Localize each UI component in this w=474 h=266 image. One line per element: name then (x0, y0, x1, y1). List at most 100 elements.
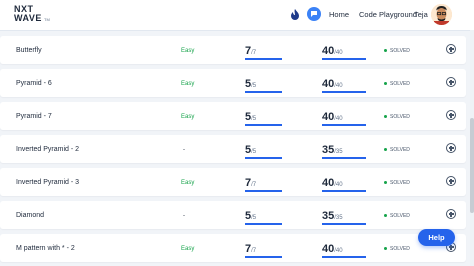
problem-name[interactable]: M pattern with * - 2 (16, 244, 75, 253)
problem-name[interactable]: Inverted Pyramid - 3 (16, 178, 79, 187)
user-avatar[interactable] (431, 4, 452, 25)
problem-name[interactable]: Inverted Pyramid - 2 (16, 145, 79, 154)
score-b-total: /40 (334, 50, 343, 56)
add-circle-icon[interactable] (446, 77, 456, 87)
difficulty-label: - (183, 213, 185, 219)
add-circle-icon[interactable] (446, 143, 456, 153)
problem-name[interactable]: Pyramid - 6 (16, 79, 52, 88)
score-b-progress-bar (322, 91, 366, 93)
score-b-value: 40 (322, 111, 335, 123)
problem-row[interactable]: Inverted Pyramid - 2 - 5/5 35/35 SOLVED (0, 135, 466, 163)
top-navbar: NXT WAVE TM Home Code Playground Teja (0, 0, 474, 31)
score-a-total: /7 (251, 182, 257, 188)
score-a: 7/7 (245, 239, 282, 258)
solved-dot-icon (384, 148, 387, 152)
solved-dot-icon (384, 115, 387, 119)
score-a-total: /7 (251, 50, 257, 56)
score-b: 40/40 (322, 107, 366, 126)
problem-row[interactable]: Diamond - 5/5 35/35 SOLVED (0, 201, 466, 229)
status-text: SOLVED (390, 81, 410, 87)
score-b-total: /35 (334, 215, 343, 221)
score-a-progress-bar (245, 58, 282, 60)
help-button[interactable]: Help (418, 229, 455, 246)
solved-dot-icon (384, 214, 387, 218)
score-b-total: /40 (334, 182, 343, 188)
score-a-total: /7 (251, 248, 257, 254)
score-b-progress-bar (322, 58, 366, 60)
score-a: 7/7 (245, 173, 282, 192)
score-b-value: 35 (322, 210, 335, 222)
logo-line2: WAVE (14, 13, 42, 23)
page-scrollbar[interactable] (470, 30, 474, 266)
problem-row[interactable]: Pyramid - 7 Easy 5/5 40/40 SOLVED (0, 102, 466, 130)
score-a: 5/5 (245, 74, 282, 93)
status-badge: SOLVED (384, 180, 410, 186)
score-a-progress-bar (245, 157, 282, 159)
nav-home-link[interactable]: Home (329, 10, 349, 20)
score-b-progress-bar (322, 190, 366, 192)
score-b-progress-bar (322, 157, 366, 159)
score-a: 5/5 (245, 107, 282, 126)
status-text: SOLVED (390, 246, 410, 252)
problem-row[interactable]: Butterfly Easy 7/7 40/40 SOLVED (0, 36, 466, 64)
score-b-total: /35 (334, 149, 343, 155)
solved-dot-icon (384, 49, 387, 53)
status-badge: SOLVED (384, 246, 410, 252)
streak-flame-icon[interactable] (290, 8, 300, 21)
status-text: SOLVED (390, 114, 410, 120)
score-b: 35/35 (322, 140, 366, 159)
solved-dot-icon (384, 181, 387, 185)
score-a-progress-bar (245, 124, 282, 126)
score-b-value: 35 (322, 144, 335, 156)
difficulty-label: Easy (181, 180, 195, 186)
score-b: 40/40 (322, 239, 366, 258)
problem-row[interactable]: Inverted Pyramid - 3 Easy 7/7 40/40 SOLVED (0, 168, 466, 196)
score-b: 40/40 (322, 41, 366, 60)
score-a: 5/5 (245, 206, 282, 225)
score-b-value: 40 (322, 45, 335, 57)
score-b: 35/35 (322, 206, 366, 225)
nxtwave-logo[interactable]: NXT WAVE TM (14, 3, 50, 25)
score-a-progress-bar (245, 91, 282, 93)
status-badge: SOLVED (384, 81, 410, 87)
score-a-progress-bar (245, 190, 282, 192)
nav-user-name[interactable]: Teja (414, 10, 428, 20)
score-b: 40/40 (322, 74, 366, 93)
score-b-value: 40 (322, 243, 335, 255)
score-a-total: /5 (251, 83, 257, 89)
problem-row[interactable]: Pyramid - 6 Easy 5/5 40/40 SOLVED (0, 69, 466, 97)
score-a-progress-bar (245, 223, 282, 225)
difficulty-label: - (183, 147, 185, 153)
add-circle-icon[interactable] (446, 176, 456, 186)
problem-row[interactable]: M pattern with * - 2 Easy 7/7 40/40 SOLVED (0, 234, 466, 262)
add-circle-icon[interactable] (446, 110, 456, 120)
difficulty-label: Easy (181, 114, 195, 120)
difficulty-label: Easy (181, 81, 195, 87)
score-a-total: /5 (251, 215, 257, 221)
status-text: SOLVED (390, 147, 410, 153)
status-text: SOLVED (390, 213, 410, 219)
score-b-value: 40 (322, 78, 335, 90)
score-b-progress-bar (322, 223, 366, 225)
scrollbar-thumb[interactable] (470, 118, 474, 213)
score-a-total: /5 (251, 116, 257, 122)
status-text: SOLVED (390, 48, 410, 54)
nav-code-playground-link[interactable]: Code Playground (359, 10, 417, 20)
score-b-total: /40 (334, 248, 343, 254)
problem-name[interactable]: Diamond (16, 211, 44, 220)
logo-trademark: TM (44, 17, 50, 22)
add-circle-icon[interactable] (446, 44, 456, 54)
score-b-total: /40 (334, 83, 343, 89)
score-a: 7/7 (245, 41, 282, 60)
status-badge: SOLVED (384, 147, 410, 153)
problem-name[interactable]: Butterfly (16, 46, 42, 55)
score-a-total: /5 (251, 149, 257, 155)
score-a-progress-bar (245, 256, 282, 258)
status-text: SOLVED (390, 180, 410, 186)
add-circle-icon[interactable] (446, 209, 456, 219)
difficulty-label: Easy (181, 246, 195, 252)
score-b-value: 40 (322, 177, 335, 189)
status-badge: SOLVED (384, 48, 410, 54)
chat-icon[interactable] (307, 7, 321, 21)
problem-name[interactable]: Pyramid - 7 (16, 112, 52, 121)
